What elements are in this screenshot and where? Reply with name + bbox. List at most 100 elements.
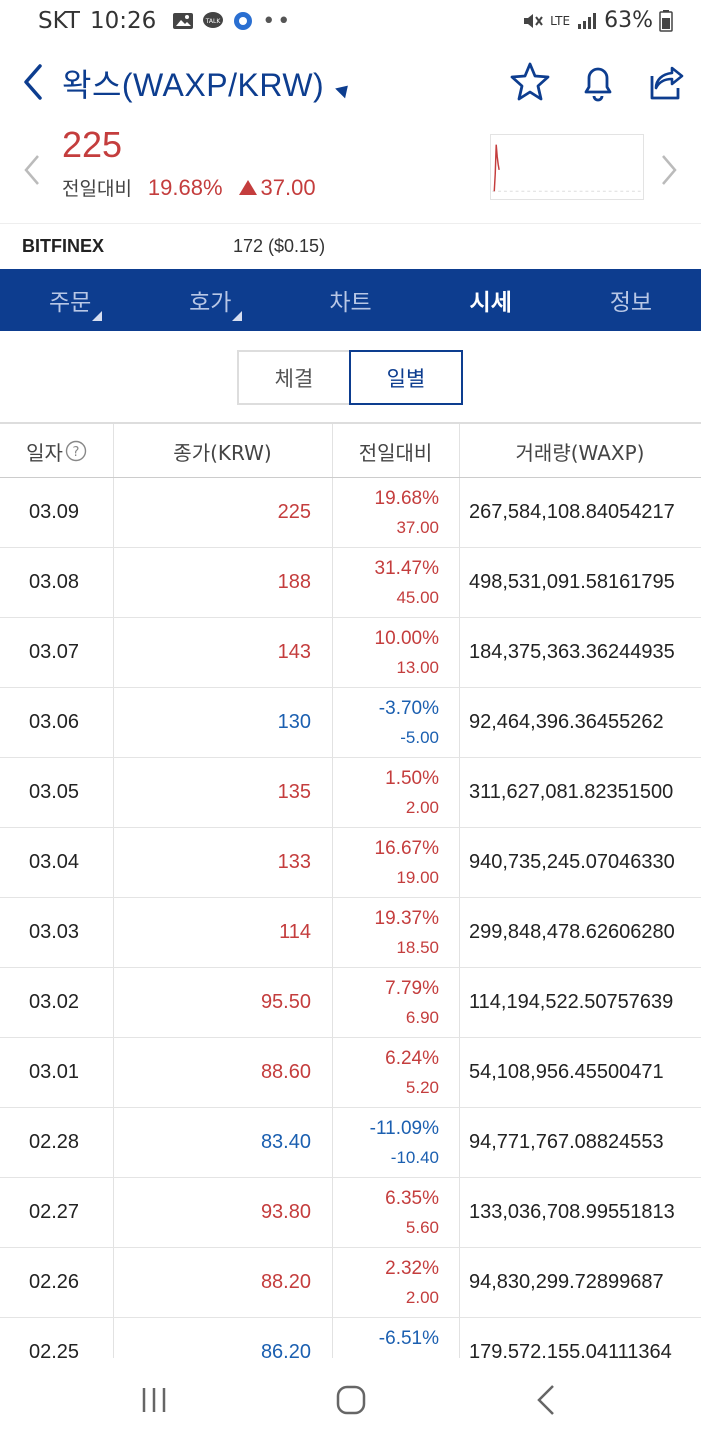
column-divider (332, 1248, 333, 1317)
row-change-amount: 45.00 (396, 588, 439, 607)
tab-info[interactable]: 정보 (561, 269, 701, 331)
column-divider (459, 478, 460, 547)
header-volume: 거래량(WAXP) (515, 440, 645, 465)
tab-orderbook[interactable]: 호가 (140, 269, 280, 331)
current-price: 225 (62, 124, 123, 165)
column-divider (459, 1178, 460, 1247)
column-divider (332, 828, 333, 897)
column-divider (332, 758, 333, 827)
row-close-price: 114 (279, 921, 311, 943)
column-divider (113, 688, 114, 757)
table-row[interactable]: 03.02 95.50 7.79% 6.90 114,194,522.50757639 (0, 968, 701, 1038)
gallery-icon (173, 13, 194, 29)
row-close-price: 86.20 (260, 1341, 311, 1358)
row-change-percent: -6.51% (378, 1328, 439, 1349)
column-divider (113, 1108, 114, 1177)
row-volume: 184,375,363.36244935 (469, 641, 675, 663)
submenu-corner-icon (92, 311, 102, 321)
tab-label: 주문 (48, 290, 92, 316)
back-nav-icon[interactable] (527, 1380, 567, 1420)
column-divider (332, 898, 333, 967)
row-volume: 54,108,956.45500471 (469, 1061, 664, 1083)
favorite-star-icon[interactable] (508, 60, 552, 104)
page-title[interactable]: 왁스(WAXP/KRW) (62, 60, 324, 106)
column-divider (332, 424, 333, 477)
column-divider (459, 1318, 460, 1358)
column-divider (332, 968, 333, 1037)
table-row[interactable]: 02.27 93.80 6.35% 5.60 133,036,708.99551813 (0, 1178, 701, 1248)
column-divider (459, 688, 460, 757)
column-divider (332, 1108, 333, 1177)
row-volume: 267,584,108.84054217 (469, 501, 675, 523)
table-row[interactable]: 03.03 114 19.37% 18.50 299,848,478.62606280 (0, 898, 701, 968)
column-divider (459, 548, 460, 617)
column-divider (332, 1038, 333, 1107)
table-header: 일자 ? 종가(KRW) 전일대비 거래량(WAXP) (0, 424, 701, 478)
row-close-price: 143 (277, 641, 311, 663)
mini-price-chart[interactable] (490, 134, 644, 200)
table-row[interactable]: 02.28 83.40 -11.09% -10.40 94,771,767.088245… (0, 1108, 701, 1178)
column-divider (459, 898, 460, 967)
column-divider (113, 618, 114, 687)
header-date: 일자 ? (0, 424, 113, 478)
row-date: 03.09 (29, 501, 80, 523)
table-row[interactable]: 03.04 133 16.67% 19.00 940,735,245.07046330 (0, 828, 701, 898)
notification-bell-icon[interactable] (576, 60, 620, 104)
column-divider (113, 424, 114, 477)
table-row[interactable]: 03.05 135 1.50% 2.00 311,627,081.82351500 (0, 758, 701, 828)
carrier-label: SKT (38, 8, 80, 34)
share-icon[interactable] (644, 60, 688, 104)
column-divider (332, 478, 333, 547)
row-change-percent: 16.67% (374, 838, 439, 859)
row-change-amount: -10.40 (390, 1148, 439, 1167)
column-divider (332, 618, 333, 687)
segment-daily[interactable]: 일별 (349, 350, 463, 405)
row-volume: 114,194,522.50757639 (469, 991, 674, 1013)
help-question-icon[interactable]: ? (65, 440, 87, 462)
row-change-amount: 37.00 (396, 518, 439, 537)
header-date-label: 일자 (26, 440, 63, 465)
row-close-price: 93.80 (260, 1201, 311, 1223)
row-volume: 299,848,478.62606280 (469, 921, 675, 943)
table-row[interactable]: 02.25 86.20 -6.51% 179,572,155.04111364 (0, 1318, 701, 1358)
column-divider (113, 1248, 114, 1317)
row-close-price: 135 (277, 781, 311, 803)
row-close-price: 188 (277, 571, 311, 593)
row-close-price: 133 (277, 851, 311, 873)
table-row[interactable]: 03.09 225 19.68% 37.00 267,584,108.84054217 (0, 478, 701, 548)
column-divider (332, 1318, 333, 1358)
table-row[interactable]: 03.01 88.60 6.24% 5.20 54,108,956.45500471 (0, 1038, 701, 1108)
column-divider (113, 1038, 114, 1107)
table-row[interactable]: 03.08 188 31.47% 45.00 498,531,091.58161795 (0, 548, 701, 618)
column-divider (459, 828, 460, 897)
home-icon[interactable] (331, 1380, 371, 1420)
row-change-amount: 18.50 (396, 938, 439, 957)
back-arrow-icon[interactable] (18, 60, 50, 104)
segment-trades[interactable]: 체결 (237, 350, 349, 405)
next-coin-icon[interactable] (657, 152, 681, 188)
exchange-name: BITFINEX (22, 236, 105, 256)
daily-price-table[interactable]: 일자 ? 종가(KRW) 전일대비 거래량(WAXP) 03.09 225 19.6… (0, 422, 701, 1358)
row-change-amount: 2.00 (405, 798, 439, 817)
table-row[interactable]: 02.26 88.20 2.32% 2.00 94,830,299.72899687 (0, 1248, 701, 1318)
row-change-amount: 5.20 (405, 1078, 439, 1097)
app-notification-icon (234, 12, 253, 30)
table-row[interactable]: 03.06 130 -3.70% -5.00 92,464,396.36455262 (0, 688, 701, 758)
row-change-percent: 19.37% (374, 908, 439, 929)
recent-apps-icon[interactable] (134, 1380, 174, 1420)
tab-chart[interactable]: 차트 (280, 269, 420, 331)
tab-order[interactable]: 주문 (0, 269, 140, 331)
row-close-price: 88.60 (260, 1061, 311, 1083)
table-row[interactable]: 03.07 143 10.00% 13.00 184,375,363.36244935 (0, 618, 701, 688)
row-volume: 498,531,091.58161795 (469, 571, 675, 593)
row-change-amount: 2.00 (405, 1288, 439, 1307)
row-date: 02.28 (29, 1131, 80, 1153)
previous-coin-icon[interactable] (20, 152, 44, 188)
row-change-percent: 19.68% (374, 488, 439, 509)
tab-market-price[interactable]: 시세 (421, 269, 561, 331)
signal-icon (578, 12, 597, 29)
title-dropdown-icon[interactable] (335, 80, 353, 99)
column-divider (332, 1178, 333, 1247)
row-change-percent: -11.09% (369, 1118, 439, 1139)
row-close-price: 130 (277, 711, 311, 733)
